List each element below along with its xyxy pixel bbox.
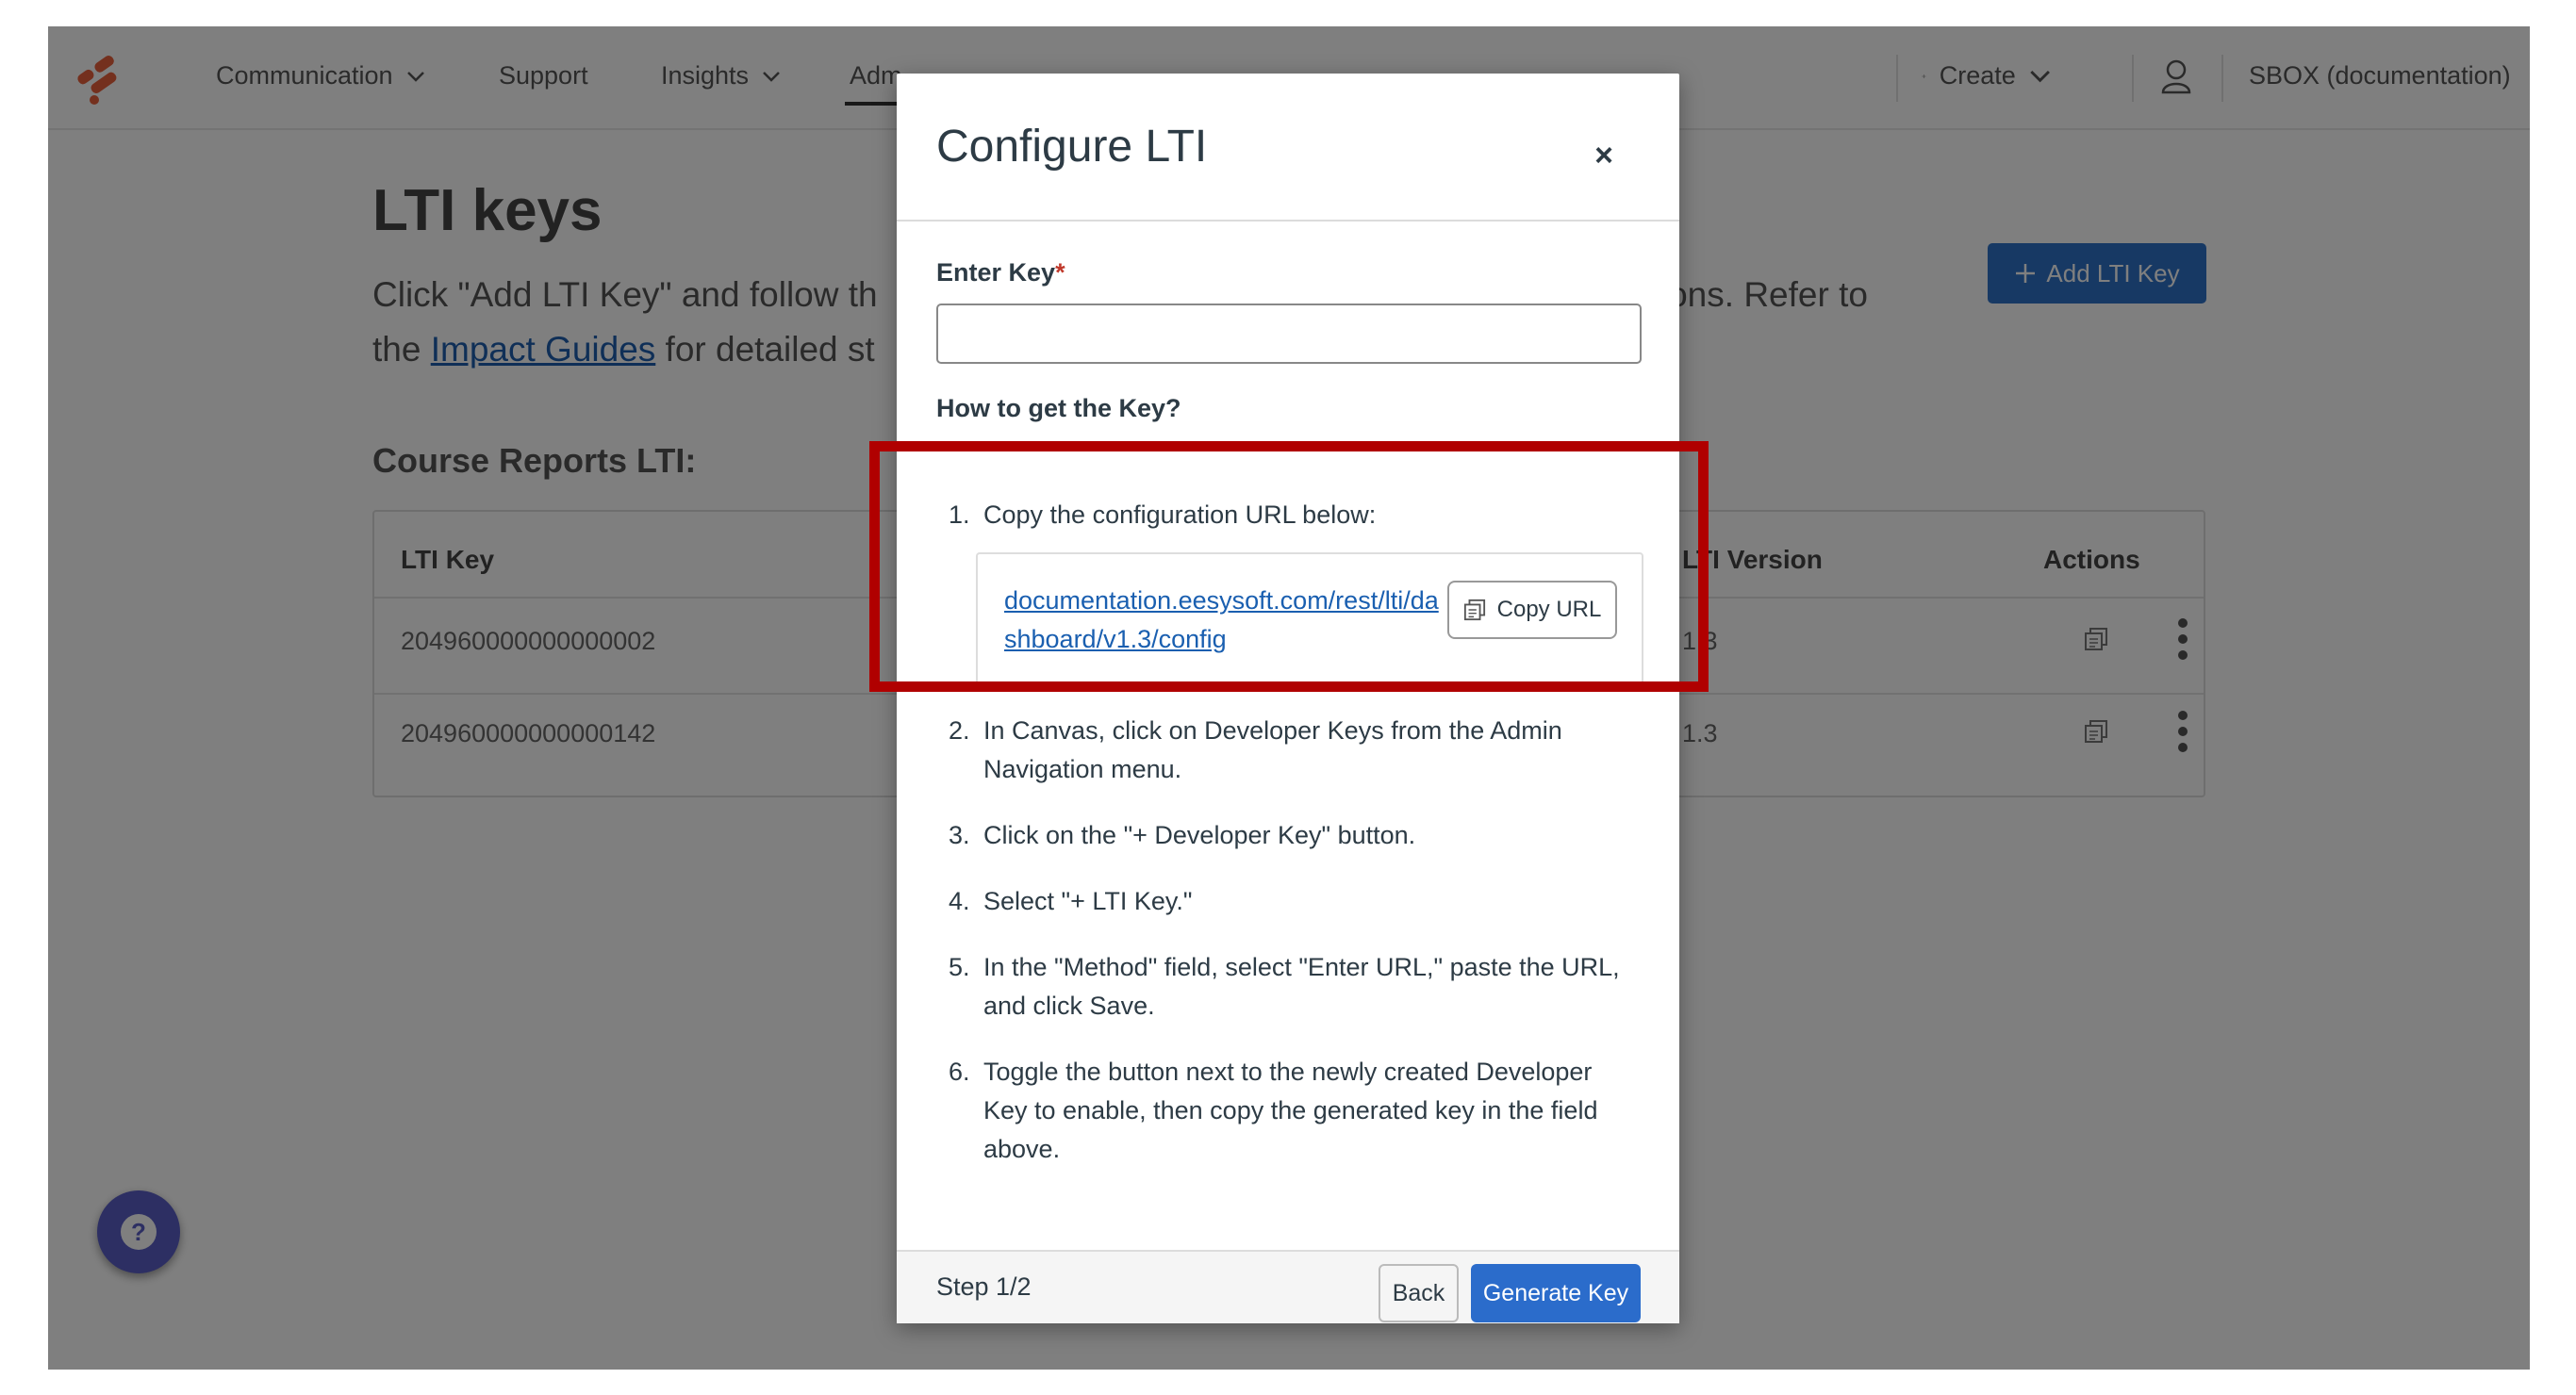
instruction-step: 3. Click on the "+ Developer Key" button… (949, 816, 1637, 855)
instruction-step: 2. In Canvas, click on Developer Keys fr… (949, 712, 1637, 789)
instruction-step: 1. Copy the configuration URL below: (949, 496, 1637, 534)
instruction-step: 4. Select "+ LTI Key." (949, 882, 1637, 921)
required-marker: * (1055, 258, 1065, 287)
config-url-box: documentation.eesysoft.com/rest/lti/dash… (976, 552, 1643, 686)
back-button[interactable]: Back (1379, 1264, 1459, 1322)
configure-lti-modal: Configure LTI × Enter Key* How to get th… (897, 74, 1679, 1323)
copy-url-label: Copy URL (1496, 597, 1602, 622)
step-text: Click on the "+ Developer Key" button. (983, 821, 1416, 849)
step-text: In Canvas, click on Developer Keys from … (983, 716, 1562, 783)
instruction-step: 6. Toggle the button next to the newly c… (949, 1053, 1637, 1169)
step-number: 3. (949, 821, 970, 849)
step-number: 6. (949, 1058, 970, 1086)
step-text: Toggle the button next to the newly crea… (983, 1058, 1598, 1163)
modal-footer: Step 1/2 Back Generate Key (897, 1250, 1679, 1323)
how-to-get-key-heading: How to get the Key? (936, 394, 1181, 422)
step-indicator: Step 1/2 (936, 1272, 1032, 1301)
copy-icon (1463, 599, 1485, 621)
copy-url-button[interactable]: Copy URL (1447, 581, 1617, 639)
config-url-link[interactable]: documentation.eesysoft.com/rest/lti/dash… (1004, 582, 1447, 659)
enter-key-input[interactable] (936, 304, 1642, 364)
step-text: In the "Method" field, select "Enter URL… (983, 953, 1620, 1020)
modal-header: Configure LTI × (897, 74, 1679, 222)
instruction-step: 5. In the "Method" field, select "Enter … (949, 948, 1637, 1026)
step-text: Select "+ LTI Key." (983, 887, 1193, 915)
step-number: 4. (949, 887, 970, 915)
close-icon[interactable]: × (1588, 140, 1620, 172)
step-number: 2. (949, 716, 970, 745)
step-text: Copy the configuration URL below: (983, 501, 1377, 529)
step-number: 5. (949, 953, 970, 981)
enter-key-label: Enter Key* (936, 258, 1065, 287)
app-window: Communication Support Insights Adm Creat… (48, 26, 2530, 1370)
step-number: 1. (949, 501, 970, 529)
generate-key-button[interactable]: Generate Key (1471, 1264, 1641, 1322)
enter-key-label-text: Enter Key (936, 258, 1056, 287)
modal-title: Configure LTI (936, 122, 1208, 172)
